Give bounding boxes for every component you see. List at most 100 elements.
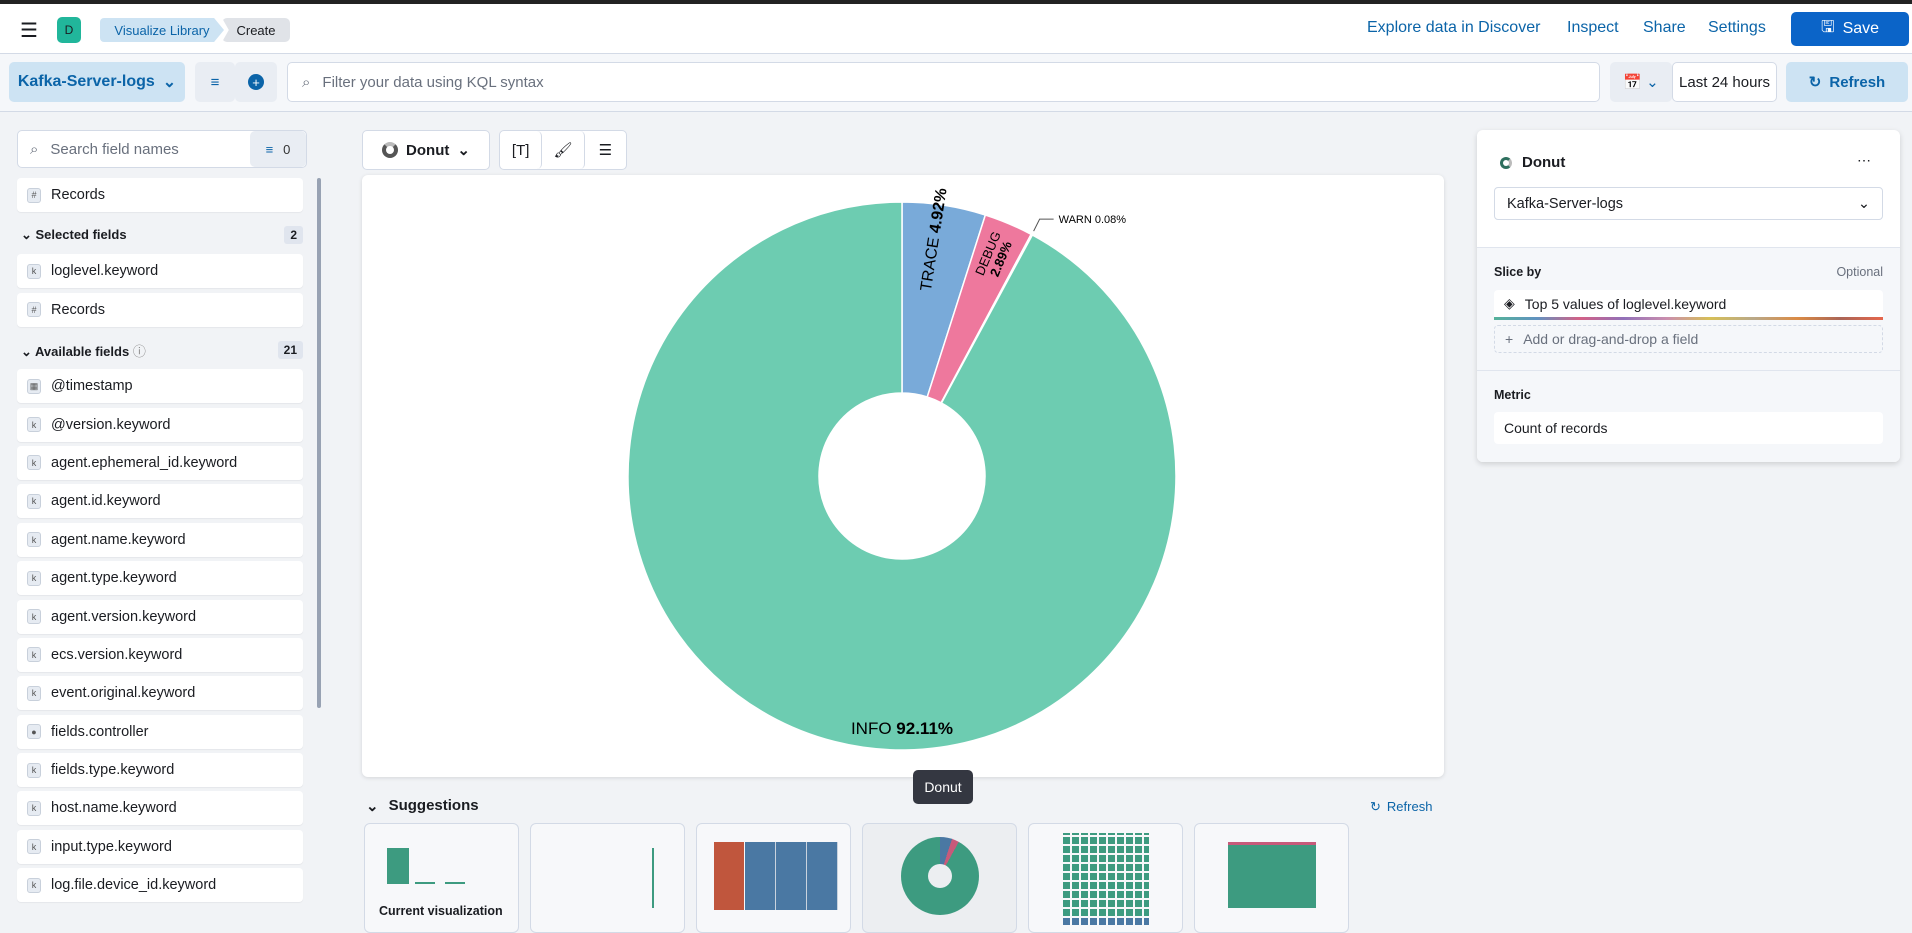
layer-dataview-select[interactable]: Kafka-Server-logs ⌄ [1494,187,1883,220]
refresh-icon: ↻ [1370,799,1381,814]
suggestion-donut[interactable] [862,823,1017,933]
field-item[interactable]: ● fields.controller [17,714,303,749]
filter-icon: ≡ [265,141,274,157]
legend-icon[interactable]: ☰ [585,131,626,169]
donut-chart: TRACE 4.92%DEBUG2.89%WARN 0.08%INFO 92.1… [627,187,1177,751]
date-quick-menu[interactable]: 📅 ⌄ [1610,62,1672,102]
available-count: 21 [277,341,303,360]
chevron-down-icon: ⌄ [162,74,177,91]
keyword-icon: k [27,263,41,279]
chevron-down-icon: ⌄ [1857,195,1870,212]
field-records[interactable]: # Records [17,178,303,212]
save-button[interactable]: 🖫 Save [1791,12,1909,46]
field-item[interactable]: ▦ @timestamp [17,369,303,404]
field-item[interactable]: k @version.keyword [17,407,303,442]
keyword-icon: k [27,455,41,471]
current-visualization-label: Current visualization [379,904,503,918]
selected-fields-toggle[interactable]: ⌄ Selected fields 2 [17,216,307,254]
layer-actions-icon[interactable]: ⋯ [1857,152,1871,169]
keyword-icon: k [27,800,41,816]
keyword-icon: k [27,570,41,586]
refresh-icon: ↻ [1808,74,1822,91]
keyword-icon: k [27,877,41,893]
query-bar: Kafka-Server-logs ⌄ ≡ + ⌕ Filter your data… [0,54,1912,112]
field-item[interactable]: k host.name.keyword [17,791,303,826]
metric-label: Metric [1494,388,1531,402]
number-icon: # [27,302,41,318]
sidebar-scrollbar[interactable] [317,178,321,708]
labels-icon[interactable]: [T] [500,131,543,169]
dimensions-section: Slice by Optional ◈ Top 5 values of logle… [1477,247,1900,462]
space-avatar[interactable]: D [57,17,81,43]
suggestion-waffle[interactable] [1028,823,1183,933]
keyword-icon: k [27,839,41,855]
field-item[interactable]: k log.file.device_id.keyword [17,868,303,903]
menu-icon[interactable]: ☰ [20,18,38,43]
selected-count: 2 [284,226,303,245]
field-item[interactable]: k agent.type.keyword [17,561,303,596]
donut-slice-info[interactable] [627,201,1177,751]
add-filter-button[interactable]: + [235,62,277,102]
app-header: ☰ D Visualize Library Create Explore dat… [0,4,1912,54]
breadcrumb-visualize-library[interactable]: Visualize Library [100,18,224,42]
paintbrush-icon[interactable]: 🖌 [542,131,585,169]
search-icon: ⌕ [302,73,311,91]
field-type-icon: ● [27,724,41,740]
time-range[interactable]: Last 24 hours [1672,62,1777,102]
settings-link[interactable]: Settings [1708,19,1766,37]
breadcrumb-create: Create [222,18,290,42]
suggestion-mosaic[interactable] [1194,823,1349,933]
inspect-link[interactable]: Inspect [1567,19,1619,37]
optional-label: Optional [1836,265,1883,279]
calendar-icon: ▦ [27,378,41,394]
suggestion-tooltip: Donut [913,770,973,804]
field-item[interactable]: k event.original.keyword [17,676,303,711]
keyword-icon: k [27,762,41,778]
add-field-button[interactable]: + Add or drag-and-drop a field [1494,325,1883,353]
plus-icon: + [1505,331,1514,347]
suggestions-toggle[interactable]: ⌄ Suggestions [366,797,479,815]
field-item[interactable]: k agent.name.keyword [17,522,303,557]
field-filter-button[interactable]: ≡ 0 [250,131,306,167]
keyword-icon: k [27,609,41,625]
suggestions-refresh[interactable]: ↻ Refresh [1370,799,1432,815]
keyword-icon: k [27,685,41,701]
chevron-down-icon: ⌄ [457,142,470,159]
field-item[interactable]: # Records [17,292,303,327]
keyword-icon: k [27,647,41,663]
slice-label-info: INFO 92.11% [851,719,953,738]
donut-icon [382,142,399,158]
suggestion-treemap[interactable] [696,823,851,933]
filter-menu-button[interactable]: ≡ [195,62,235,102]
dataview-picker[interactable]: Kafka-Server-logs ⌄ [9,62,185,102]
chevron-down-icon: ⌄ [366,798,379,815]
field-item[interactable]: k fields.type.keyword [17,753,303,788]
keyword-icon: k [27,493,41,509]
field-item[interactable]: k input.type.keyword [17,829,303,864]
field-item[interactable]: k ecs.version.keyword [17,637,303,672]
explore-discover-link[interactable]: Explore data in Discover [1367,19,1540,37]
suggestion-line[interactable] [530,823,685,933]
number-icon: # [27,187,41,203]
metric-dimension[interactable]: Count of records [1494,412,1883,444]
suggestion-current[interactable]: Current visualization [364,823,519,933]
share-link[interactable]: Share [1643,19,1686,37]
field-search[interactable]: ⌕ Search field names ≡ 0 [17,130,307,168]
config-panel: Donut ⋯ Kafka-Server-logs ⌄ Slice by Opti… [1477,130,1900,462]
field-item[interactable]: k loglevel.keyword [17,254,303,289]
keyword-icon: k [27,417,41,433]
field-item[interactable]: k agent.id.keyword [17,484,303,519]
search-icon: ⌕ [30,140,39,158]
field-item[interactable]: k agent.version.keyword [17,599,303,634]
plus-circle-icon: + [248,74,264,90]
refresh-button[interactable]: ↻ Refresh [1786,62,1908,102]
field-item[interactable]: k agent.ephemeral_id.keyword [17,445,303,480]
chart-panel: TRACE 4.92% DEBUG2.89% WARN 0.08% INFO 92.1… [362,175,1444,777]
chart-type-switcher[interactable]: Donut ⌄ [362,130,490,170]
paint-bucket-icon: ◈ [1504,295,1515,311]
keyword-icon: k [27,532,41,548]
slice-by-label: Slice by [1494,265,1542,279]
kql-search-input[interactable]: ⌕ Filter your data using KQL syntax [287,62,1600,102]
available-fields-toggle[interactable]: ⌄ Available fields ⓘ 21 [17,331,307,369]
slice-by-dimension[interactable]: ◈ Top 5 values of loglevel.keyword [1494,290,1883,320]
